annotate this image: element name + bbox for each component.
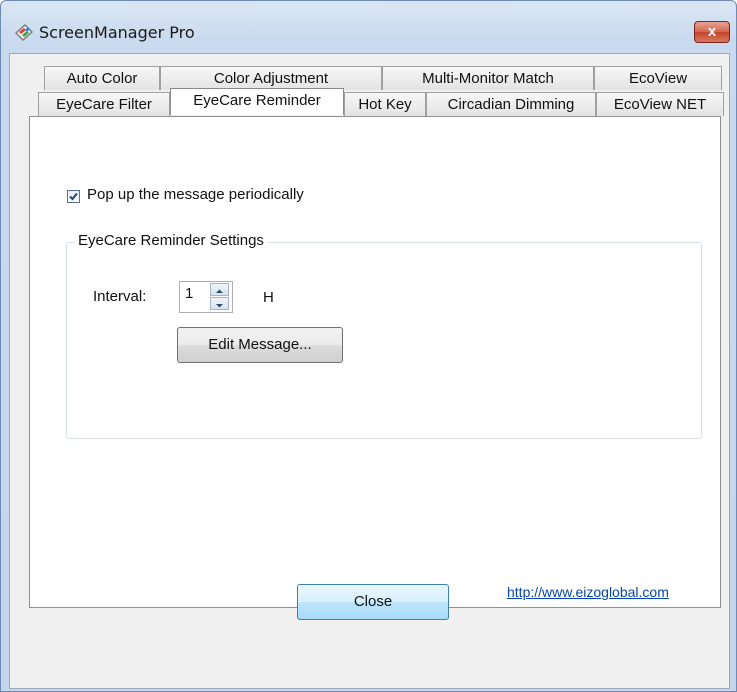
popup-message-checkbox[interactable] — [67, 190, 80, 203]
eizo-website-link[interactable]: http://www.eizoglobal.com — [507, 584, 669, 600]
popup-message-label[interactable]: Pop up the message periodically — [87, 186, 304, 203]
interval-down-button[interactable] — [210, 297, 229, 310]
close-icon: x — [707, 23, 717, 40]
checkmark-icon — [69, 192, 78, 201]
arrow-up-icon — [216, 289, 223, 293]
interval-unit: H — [263, 289, 274, 306]
group-title: EyeCare Reminder Settings — [75, 232, 267, 249]
interval-value[interactable]: 1 — [185, 285, 193, 302]
tab-eyecare-reminder[interactable]: EyeCare Reminder — [170, 88, 344, 115]
edit-message-button[interactable]: Edit Message... — [177, 327, 343, 363]
close-button[interactable]: Close — [297, 584, 449, 620]
close-window-button[interactable]: x — [694, 21, 730, 43]
title-bar: ScreenManager Pro x — [1, 1, 736, 45]
screenmanager-icon — [13, 21, 35, 43]
tab-color-adjustment[interactable]: Color Adjustment — [160, 66, 382, 90]
window-title: ScreenManager Pro — [39, 23, 195, 42]
tab-ecoview-net[interactable]: EcoView NET — [596, 92, 724, 116]
tab-hot-key[interactable]: Hot Key — [344, 92, 426, 116]
reminder-settings-group: EyeCare Reminder Settings Interval: 1 H … — [66, 232, 702, 439]
tab-multi-monitor-match[interactable]: Multi-Monitor Match — [382, 66, 594, 90]
tab-circadian-dimming[interactable]: Circadian Dimming — [426, 92, 596, 116]
app-window: ScreenManager Pro x Auto Color Color Adj… — [0, 0, 737, 692]
tab-eyecare-filter[interactable]: EyeCare Filter — [38, 92, 170, 116]
interval-up-button[interactable] — [210, 283, 229, 296]
interval-label: Interval: — [93, 288, 147, 305]
tab-panel-eyecare-reminder: Pop up the message periodically EyeCare … — [29, 116, 721, 608]
tab-auto-color[interactable]: Auto Color — [44, 66, 160, 90]
arrow-down-icon — [216, 304, 223, 308]
tab-ecoview[interactable]: EcoView — [594, 66, 722, 90]
interval-stepper[interactable]: 1 — [179, 281, 233, 313]
